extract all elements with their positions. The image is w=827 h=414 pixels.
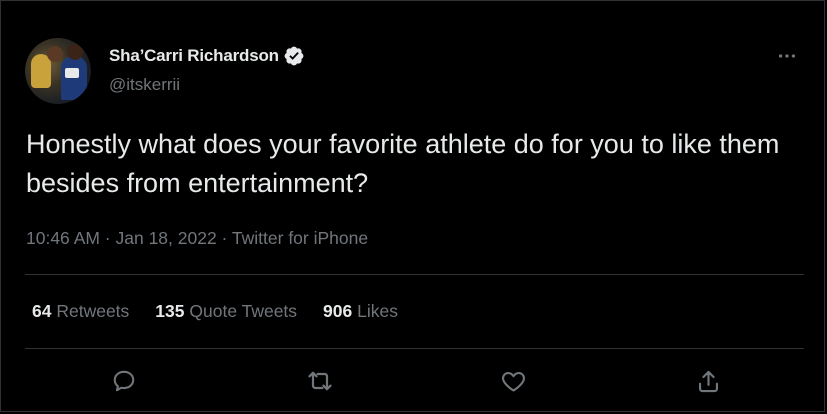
divider [25,348,804,349]
share-icon[interactable] [693,366,723,396]
more-options-icon[interactable] [774,43,800,69]
quote-tweets-stat[interactable]: 135 Quote Tweets [155,301,297,322]
tweet-text: Honestly what does your favorite athlete… [26,129,780,198]
author-name-row: Sha’Carri Richardson [109,45,305,67]
tweet-card: Sha’Carri Richardson @itskerrii Honestly… [0,0,825,412]
avatar-figure [47,46,63,62]
author-display-name[interactable]: Sha’Carri Richardson [109,46,279,66]
quote-tweets-label: Quote Tweets [189,301,298,321]
retweets-label: Retweets [56,301,130,321]
author-handle[interactable]: @itskerrii [109,75,180,95]
verified-badge-icon [283,45,305,67]
avatar-figure [65,68,79,78]
heart-icon[interactable] [498,366,528,396]
retweet-icon[interactable] [305,366,335,396]
reply-icon[interactable] [109,366,139,396]
avatar-figure [61,56,87,100]
avatar-figure [67,44,83,60]
tweet-stats: 64 Retweets 135 Quote Tweets 906 Likes [32,301,424,322]
likes-stat[interactable]: 906 Likes [323,301,398,322]
likes-label: Likes [357,301,398,321]
likes-count: 906 [323,301,353,321]
tweet-meta[interactable]: 10:46 AM · Jan 18, 2022 · Twitter for iP… [26,228,368,249]
avatar[interactable] [25,38,91,104]
divider [25,274,804,275]
retweets-stat[interactable]: 64 Retweets [32,301,129,322]
retweets-count: 64 [32,301,52,321]
quote-tweets-count: 135 [155,301,185,321]
